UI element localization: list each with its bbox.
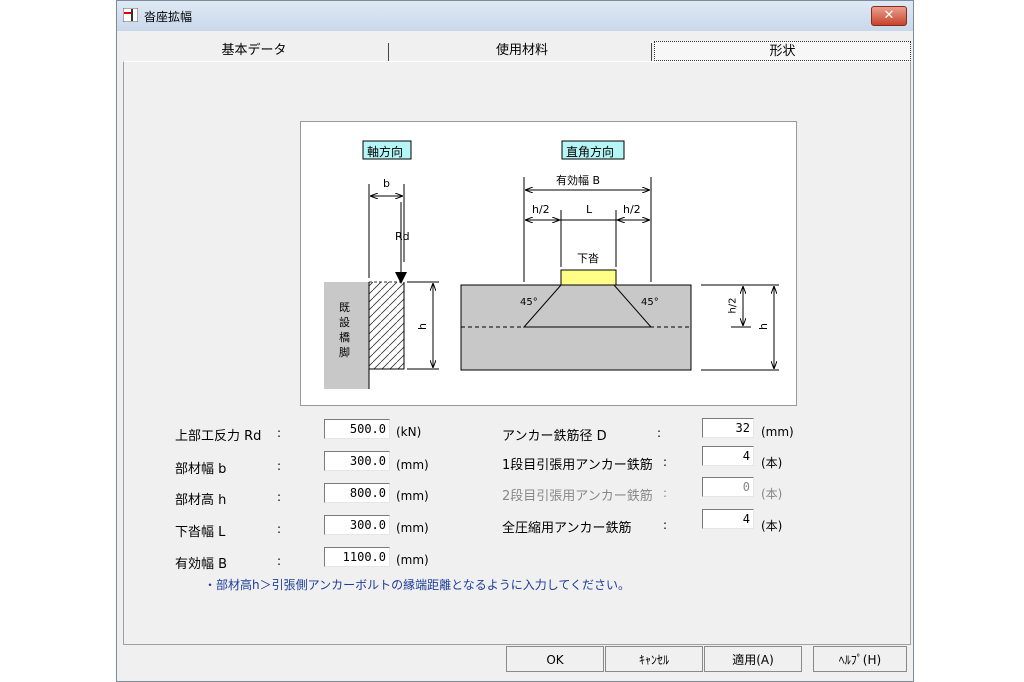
axial-title: 軸方向 xyxy=(367,145,404,159)
title-bar: 沓座拡幅 ✕ xyxy=(117,1,913,31)
angle-left: 45° xyxy=(520,297,538,308)
shoe xyxy=(560,269,617,286)
angle-right: 45° xyxy=(641,297,659,308)
button-bar: OK ｷｬﾝｾﾙ 適用(A) ﾍﾙﾌﾟ(H) xyxy=(123,646,911,672)
anchor2-input: 0 xyxy=(702,477,754,497)
shape-diagram: 軸方向 直角方向 b Rd h 既 設 橋 脚 有効幅 B h/2 L h/2 … xyxy=(300,121,797,406)
colon: : xyxy=(277,522,282,536)
tab-shape[interactable]: 形状 xyxy=(654,41,911,61)
field-b-label: 部材幅 b xyxy=(175,462,227,477)
input-note: ・部材高h＞引張側アンカーボルトの縁端距離となるように入力してください。 xyxy=(204,578,631,592)
colon: : xyxy=(277,490,282,504)
tab-separator xyxy=(651,43,652,61)
dim-h-right: h xyxy=(756,323,770,330)
tab-materials[interactable]: 使用材料 xyxy=(391,41,653,61)
b-unit: (mm) xyxy=(396,458,429,472)
diagram-drawing xyxy=(324,140,779,389)
bw-input[interactable]: 1100.0 xyxy=(324,547,390,567)
close-button[interactable]: ✕ xyxy=(871,6,907,26)
tab-separator xyxy=(388,43,389,61)
colon: : xyxy=(277,426,282,440)
d-input[interactable]: 32 xyxy=(702,418,754,438)
dim-l-label: L xyxy=(586,203,593,216)
bw-unit: (mm) xyxy=(396,553,429,567)
help-button[interactable]: ﾍﾙﾌﾟ(H) xyxy=(813,646,907,672)
field-bw-label: 有効幅 B xyxy=(175,557,228,572)
colon: : xyxy=(663,455,668,469)
tab-bar: 基本データ 使用材料 形状 xyxy=(123,41,911,61)
shoe-label: 下沓 xyxy=(577,252,599,265)
d-unit: (mm) xyxy=(761,425,794,439)
anchor1-unit: (本) xyxy=(761,456,783,470)
field-compression-label: 全圧縮用アンカー鉄筋 xyxy=(502,521,632,536)
dim-rd-label: Rd xyxy=(395,230,410,243)
half-h-vertical: h/2 xyxy=(727,297,739,314)
compression-unit: (本) xyxy=(761,519,783,533)
cancel-button[interactable]: ｷｬﾝｾﾙ xyxy=(605,646,703,672)
dim-h-label: h xyxy=(415,323,429,330)
colon: : xyxy=(277,554,282,568)
b-input[interactable]: 300.0 xyxy=(324,451,390,471)
ok-button[interactable]: OK xyxy=(506,646,604,672)
dim-b-label: b xyxy=(383,177,390,190)
half-h-left: h/2 xyxy=(532,203,550,216)
half-h-right: h/2 xyxy=(623,203,641,216)
window-title: 沓座拡幅 xyxy=(144,10,193,24)
field-h-label: 部材高 h xyxy=(175,493,227,508)
pier-label: 既 設 橋 脚 xyxy=(339,301,350,359)
field-rd-label: 上部工反力 Rd xyxy=(175,429,262,444)
field-anchor2-label: 2段目引張用アンカー鉄筋 xyxy=(502,489,653,504)
anchor2-unit: (本) xyxy=(761,487,783,501)
dialog-window: 沓座拡幅 ✕ 基本データ 使用材料 形状 軸方向 直角方向 b Rd h 既 設… xyxy=(116,0,914,682)
field-anchor1-label: 1段目引張用アンカー鉄筋 xyxy=(502,458,653,473)
rd-input[interactable]: 500.0 xyxy=(324,419,390,439)
apply-button[interactable]: 適用(A) xyxy=(704,646,802,672)
effective-width-label: 有効幅 B xyxy=(556,174,601,187)
l-input[interactable]: 300.0 xyxy=(324,515,390,535)
app-icon xyxy=(123,8,138,22)
colon: : xyxy=(657,426,662,440)
perp-title: 直角方向 xyxy=(566,145,615,159)
anchor1-input[interactable]: 4 xyxy=(702,446,754,466)
colon: : xyxy=(663,486,668,500)
field-d-label: アンカー鉄筋径 D xyxy=(502,429,607,444)
l-unit: (mm) xyxy=(396,521,429,535)
compression-input[interactable]: 4 xyxy=(702,509,754,529)
field-l-label: 下沓幅 L xyxy=(175,525,226,540)
extension-section xyxy=(368,281,405,370)
h-input[interactable]: 800.0 xyxy=(324,483,390,503)
colon: : xyxy=(663,518,668,532)
rd-unit: (kN) xyxy=(396,425,422,439)
colon: : xyxy=(277,459,282,473)
tab-basic-data[interactable]: 基本データ xyxy=(123,41,385,61)
h-unit: (mm) xyxy=(396,489,429,503)
